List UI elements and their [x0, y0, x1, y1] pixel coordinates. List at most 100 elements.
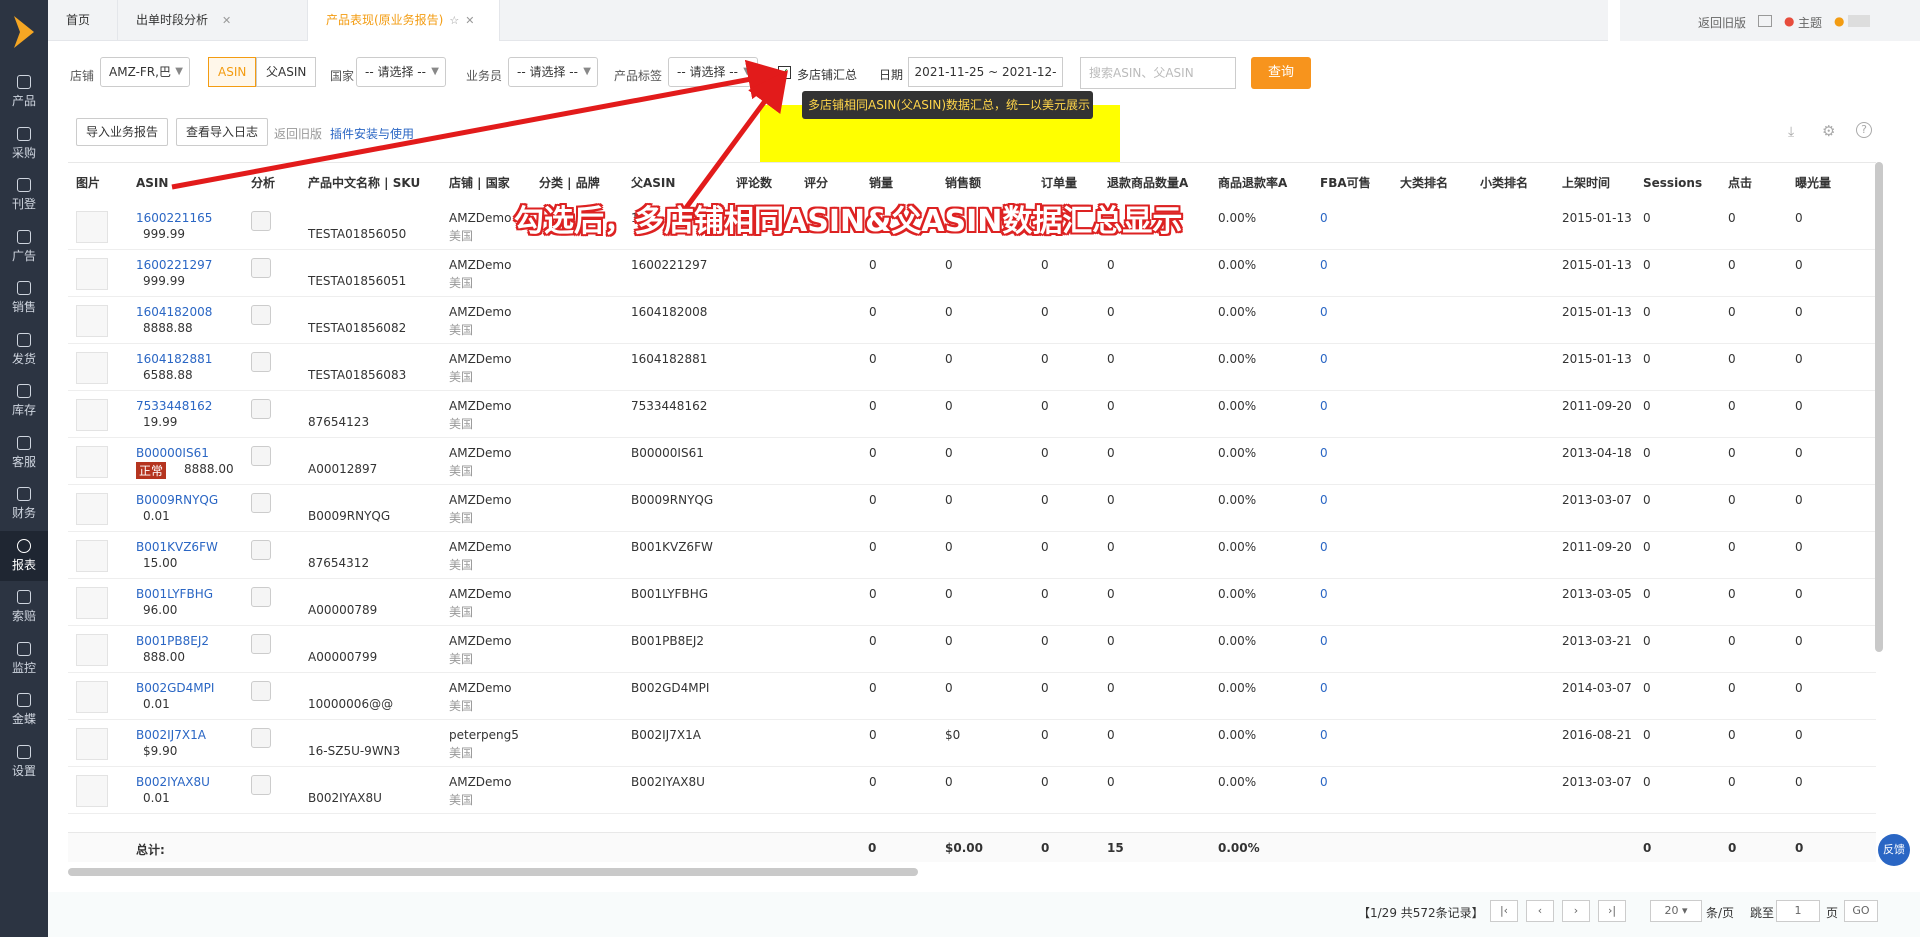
- sidebar-item[interactable]: 采购: [0, 119, 48, 169]
- analysis-chart-icon[interactable]: [251, 634, 271, 654]
- analysis-chart-icon[interactable]: [251, 446, 271, 466]
- fba-available[interactable]: 0: [1320, 399, 1328, 413]
- download-icon[interactable]: ⤓: [1788, 124, 1794, 140]
- sidebar-item[interactable]: 库存: [0, 376, 48, 426]
- view-log-button[interactable]: 查看导入日志: [176, 118, 269, 146]
- search-input[interactable]: 搜索ASIN、父ASIN: [1080, 57, 1236, 89]
- product-image[interactable]: [76, 258, 108, 290]
- vertical-scrollbar[interactable]: [1875, 162, 1883, 652]
- asin-link[interactable]: B001KVZ6FW: [136, 540, 218, 554]
- gear-icon[interactable]: ⚙: [1822, 122, 1835, 140]
- parent-asin-toggle[interactable]: 父ASIN: [256, 57, 317, 87]
- product-image[interactable]: [76, 305, 108, 337]
- column-header[interactable]: 图片: [76, 163, 100, 203]
- column-header[interactable]: 店铺 | 国家: [449, 163, 510, 203]
- star-icon[interactable]: ☆: [449, 14, 459, 27]
- sidebar-item[interactable]: 客服: [0, 428, 48, 478]
- query-button[interactable]: 查询: [1251, 57, 1311, 89]
- asin-toggle[interactable]: ASIN: [208, 57, 257, 87]
- sidebar-item[interactable]: 报表: [0, 530, 48, 581]
- tab-product-performance[interactable]: 产品表现(原业务报告) ☆ ✕: [308, 0, 500, 41]
- sidebar-item[interactable]: 广告: [0, 222, 48, 272]
- asin-link[interactable]: 7533448162: [136, 399, 212, 413]
- asin-link[interactable]: B001LYFBHG: [136, 587, 213, 601]
- asin-link[interactable]: B002GD4MPI: [136, 681, 214, 695]
- sidebar-item[interactable]: 监控: [0, 634, 48, 684]
- product-image[interactable]: [76, 728, 108, 760]
- column-header[interactable]: Sessions: [1643, 163, 1702, 203]
- avatar[interactable]: [1848, 15, 1870, 27]
- asin-link[interactable]: 1604182881: [136, 352, 212, 366]
- analysis-chart-icon[interactable]: [251, 540, 271, 560]
- column-header[interactable]: FBA可售: [1320, 163, 1371, 203]
- product-image[interactable]: [76, 352, 108, 384]
- fba-available[interactable]: 0: [1320, 305, 1328, 319]
- analysis-chart-icon[interactable]: [251, 587, 271, 607]
- tab-home[interactable]: 首页: [48, 0, 118, 41]
- product-image[interactable]: [76, 446, 108, 478]
- asin-link[interactable]: B001PB8EJ2: [136, 634, 209, 648]
- multistore-checkbox[interactable]: ✓: [778, 66, 791, 79]
- table-row[interactable]: B002GD4MPI 0.01 10000006@@ AMZDemo 美国 B002GD4…: [68, 673, 1876, 720]
- analysis-chart-icon[interactable]: [251, 775, 271, 795]
- column-header[interactable]: ASIN: [136, 163, 168, 203]
- first-page-icon[interactable]: |‹: [1490, 900, 1518, 922]
- asin-link[interactable]: B0009RNYQG: [136, 493, 218, 507]
- staff-select[interactable]: -- 请选择 -- ▼: [508, 57, 598, 87]
- date-range-input[interactable]: 2021-11-25 ~ 2021-12-01: [908, 57, 1063, 107]
- sidebar-item[interactable]: 设置: [0, 737, 48, 787]
- page-size-select[interactable]: 20 ▾: [1650, 900, 1702, 922]
- table-row[interactable]: 1604182008 8888.88 TESTA01856082 AMZDemo 美国 1…: [68, 297, 1876, 344]
- theme-button[interactable]: 主题: [1798, 14, 1822, 31]
- sidebar-item[interactable]: 金蝶: [0, 685, 48, 735]
- sidebar-item[interactable]: 销售: [0, 273, 48, 323]
- return-old-link[interactable]: 返回旧版: [1698, 14, 1746, 31]
- product-image[interactable]: [76, 587, 108, 619]
- analysis-chart-icon[interactable]: [251, 728, 271, 748]
- analysis-chart-icon[interactable]: [251, 399, 271, 419]
- table-row[interactable]: B0009RNYQG 0.01 B0009RNYQG AMZDemo 美国 B0009RN…: [68, 485, 1876, 532]
- column-header[interactable]: 大类排名: [1400, 163, 1448, 203]
- table-row[interactable]: B001KVZ6FW 15.00 87654312 AMZDemo 美国 B001KVZ6…: [68, 532, 1876, 579]
- column-header[interactable]: 产品中文名称 | SKU: [308, 163, 420, 203]
- fba-available[interactable]: 0: [1320, 728, 1328, 742]
- analysis-chart-icon[interactable]: [251, 352, 271, 372]
- go-button[interactable]: GO: [1844, 900, 1878, 922]
- fba-available[interactable]: 0: [1320, 634, 1328, 648]
- user-icon[interactable]: ●: [1834, 14, 1844, 28]
- table-row[interactable]: 1604182881 6588.88 TESTA01856083 AMZDemo 美国 1…: [68, 344, 1876, 391]
- table-row[interactable]: B002IYAX8U 0.01 B002IYAX8U AMZDemo 美国 B002IYA…: [68, 767, 1876, 814]
- prev-page-icon[interactable]: ‹: [1526, 900, 1554, 922]
- return-old-link[interactable]: 返回旧版: [274, 125, 322, 142]
- page-input[interactable]: 1: [1776, 900, 1820, 922]
- asin-link[interactable]: B002IYAX8U: [136, 775, 210, 789]
- tab-order-time-analysis[interactable]: 出单时段分析 ✕: [118, 0, 308, 41]
- close-icon[interactable]: ✕: [222, 14, 231, 27]
- country-select[interactable]: -- 请选择 -- ▼: [356, 57, 446, 87]
- asin-link[interactable]: 1604182008: [136, 305, 212, 319]
- table-row[interactable]: 正常 B00000IS61 8888.00 A00012897 AMZDemo 美国 B00…: [68, 438, 1876, 485]
- fba-available[interactable]: 0: [1320, 493, 1328, 507]
- column-header[interactable]: 曝光量: [1795, 163, 1831, 203]
- column-header[interactable]: 点击: [1728, 163, 1752, 203]
- analysis-chart-icon[interactable]: [251, 681, 271, 701]
- analysis-chart-icon[interactable]: [251, 493, 271, 513]
- sidebar-item[interactable]: 发货: [0, 325, 48, 375]
- column-header[interactable]: 分析: [251, 163, 275, 203]
- import-report-button[interactable]: 导入业务报告: [76, 118, 169, 146]
- fba-available[interactable]: 0: [1320, 540, 1328, 554]
- analysis-chart-icon[interactable]: [251, 258, 271, 278]
- sidebar-item[interactable]: 财务: [0, 479, 48, 529]
- fba-available[interactable]: 0: [1320, 587, 1328, 601]
- horizontal-scrollbar[interactable]: [68, 868, 918, 876]
- column-header[interactable]: 上架时间: [1562, 163, 1610, 203]
- product-image[interactable]: [76, 681, 108, 713]
- sidebar-item[interactable]: 索赔: [0, 582, 48, 632]
- product-image[interactable]: [76, 634, 108, 666]
- sidebar-item[interactable]: 刊登: [0, 170, 48, 220]
- close-icon[interactable]: ✕: [465, 14, 474, 27]
- product-image[interactable]: [76, 211, 108, 243]
- column-header[interactable]: 小类排名: [1480, 163, 1528, 203]
- product-image[interactable]: [76, 540, 108, 572]
- tag-select[interactable]: -- 请选择 -- ▼: [668, 57, 758, 87]
